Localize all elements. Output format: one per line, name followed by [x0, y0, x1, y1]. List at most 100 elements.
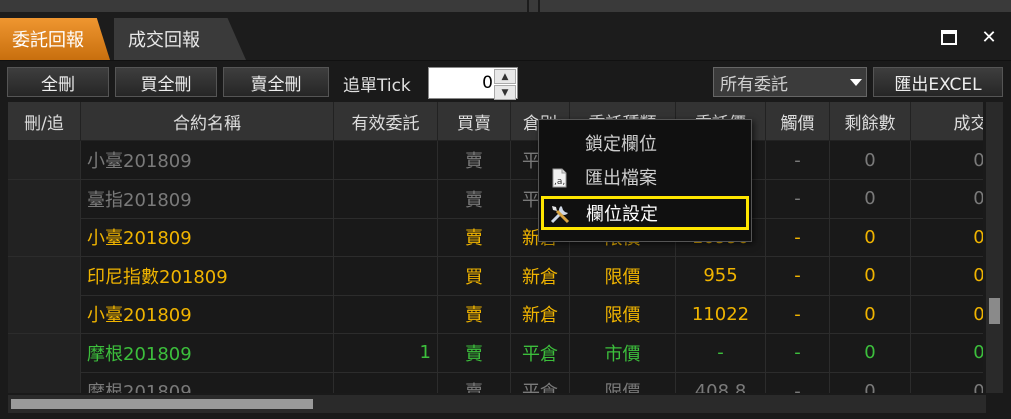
table-cell: 新倉 — [511, 256, 570, 295]
table-cell: - — [766, 141, 830, 179]
maximize-icon — [941, 29, 957, 45]
table-cell: 0 — [911, 334, 983, 372]
tab-fill-report[interactable]: 成交回報 — [114, 18, 246, 60]
table-cell: 408.8 — [676, 372, 766, 393]
table-cell — [334, 295, 438, 333]
close-icon: ✕ — [981, 26, 997, 48]
table-cell: 小臺201809 — [81, 218, 334, 256]
menu-item-lock-columns[interactable]: 鎖定欄位 — [539, 126, 751, 160]
filter-value: 所有委託 — [720, 74, 788, 95]
delete-all-button[interactable]: 全刪 — [7, 67, 109, 97]
column-header[interactable]: 買賣 — [438, 102, 511, 140]
table-cell: 賣 — [438, 295, 511, 333]
table-cell — [8, 141, 81, 179]
table-cell: 平倉 — [511, 372, 570, 393]
table-cell: 買 — [438, 256, 511, 295]
menu-item-label: 匯出檔案 — [585, 168, 657, 189]
export-excel-button[interactable]: 匯出EXCEL — [873, 67, 1003, 97]
table-cell: - — [766, 179, 830, 218]
table-cell: - — [766, 295, 830, 333]
table-cell — [334, 141, 438, 179]
tick-label: 追單Tick — [343, 76, 411, 96]
table-cell — [334, 179, 438, 218]
table-cell: - — [766, 372, 830, 393]
table-cell — [8, 179, 81, 218]
table-cell: 小臺201809 — [81, 295, 334, 333]
table-cell: 0 — [830, 218, 911, 256]
table-cell: 摩根201809 — [81, 372, 334, 393]
column-header[interactable]: 剩餘數 — [830, 102, 911, 140]
menu-item-column-settings[interactable]: 欄位設定 — [541, 196, 749, 230]
table-cell — [8, 333, 81, 372]
top-separator — [527, 0, 529, 12]
table-row[interactable]: 印尼指數201809 買新倉 限價 955-0 0 — [8, 256, 983, 296]
column-header[interactable]: 刪/追 — [8, 102, 81, 140]
table-cell: 0 — [911, 257, 983, 295]
tick-stepper[interactable]: ▲ ▼ — [428, 67, 518, 100]
tab-order-report[interactable]: 委託回報 — [0, 18, 110, 60]
table-cell — [334, 372, 438, 393]
table-cell: 摩根201809 — [81, 333, 334, 372]
context-menu: 鎖定欄位 ,a, 匯出檔案 欄位設定 — [538, 119, 752, 242]
top-strip — [0, 0, 1011, 12]
buy-delete-all-button[interactable]: 買全刪 — [115, 67, 217, 97]
stepper-up-icon[interactable]: ▲ — [494, 69, 516, 84]
table-cell: 新倉 — [511, 295, 570, 333]
table-cell: 11022 — [676, 295, 766, 333]
dropdown-caret-icon — [850, 79, 862, 86]
column-header[interactable]: 成交數 — [911, 102, 984, 140]
table-cell: 賣 — [438, 218, 511, 256]
vertical-scrollbar[interactable] — [986, 102, 1003, 393]
vertical-scroll-thumb[interactable] — [989, 298, 1000, 324]
column-header[interactable]: 合約名稱 — [81, 102, 334, 140]
table-cell: 限價 — [570, 295, 676, 333]
table-row[interactable]: 小臺201809賣新倉限價10990-00 — [8, 218, 983, 257]
table-row[interactable]: 臺指201809賣平倉限價-00 — [8, 179, 983, 219]
horizontal-scroll-thumb[interactable] — [11, 399, 313, 409]
svg-text:,a,: ,a, — [554, 177, 565, 187]
order-grid: 刪/追合約名稱有效委託買賣倉別委託種類委託價觸價剩餘數成交數 小臺201809 賣… — [8, 102, 983, 393]
table-cell: 賣 — [438, 179, 511, 218]
sell-delete-all-button[interactable]: 賣全刪 — [223, 67, 329, 97]
table-cell: 0 — [830, 179, 911, 218]
top-separator — [538, 0, 540, 12]
table-cell: 賣 — [438, 141, 511, 179]
table-cell: 0 — [830, 141, 911, 179]
menu-item-export-file[interactable]: ,a, 匯出檔案 — [539, 160, 751, 194]
table-row[interactable]: 小臺201809 賣新倉 限價 11022-0 0 — [8, 295, 983, 334]
menu-item-label: 鎖定欄位 — [585, 134, 657, 155]
order-filter-select[interactable]: 所有委託 — [713, 67, 867, 97]
table-cell: - — [766, 256, 830, 295]
table-cell: 0 — [830, 372, 911, 393]
table-cell: - — [766, 333, 830, 372]
table-cell: 0 — [911, 372, 983, 394]
table-cell: 小臺201809 — [81, 141, 334, 179]
menu-item-label: 欄位設定 — [586, 204, 658, 225]
table-cell: 0 — [830, 295, 911, 333]
grid-header: 刪/追合約名稱有效委託買賣倉別委託種類委託價觸價剩餘數成交數 — [8, 102, 983, 141]
maximize-button[interactable] — [938, 26, 960, 48]
table-cell: 955 — [676, 256, 766, 295]
table-cell: 0 — [911, 295, 983, 333]
table-cell — [8, 372, 81, 393]
column-header[interactable]: 觸價 — [766, 102, 830, 140]
table-cell: 市價 — [570, 333, 676, 372]
export-file-icon: ,a, — [547, 166, 571, 190]
table-cell: 0 — [830, 333, 911, 372]
table-cell: 0 — [911, 218, 983, 256]
stepper-down-icon[interactable]: ▼ — [494, 85, 516, 100]
column-header[interactable]: 有效委託 — [334, 102, 438, 140]
table-cell: 0 — [830, 256, 911, 295]
tools-icon — [548, 202, 572, 226]
table-cell: 0 — [911, 141, 983, 179]
table-row[interactable]: 摩根201809 賣平倉 限價 408.8-0 0 — [8, 372, 983, 393]
table-row[interactable]: 摩根201809 1 賣平倉 市價 - -0 0 — [8, 333, 983, 373]
close-button[interactable]: ✕ — [978, 26, 1000, 48]
tick-input[interactable] — [431, 70, 493, 96]
table-row[interactable]: 小臺201809賣平倉限價-00 — [8, 141, 983, 180]
table-cell — [8, 295, 81, 333]
tab-bar: 委託回報 成交回報 ✕ — [0, 12, 1011, 60]
horizontal-scrollbar[interactable] — [8, 395, 986, 413]
table-cell: 臺指201809 — [81, 179, 334, 218]
stepper-arrows[interactable]: ▲ ▼ — [494, 69, 516, 100]
